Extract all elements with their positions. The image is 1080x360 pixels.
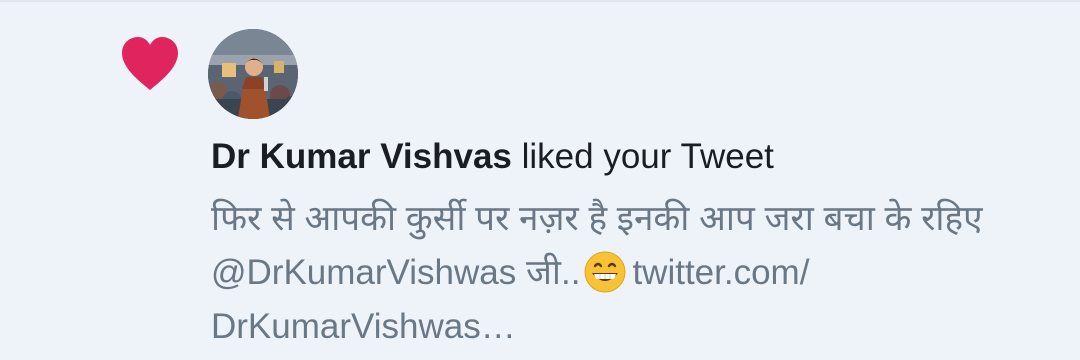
tweet-link[interactable]: twitter.com/ [632, 253, 809, 292]
avatar[interactable] [208, 29, 298, 119]
heart-icon [122, 37, 178, 90]
grinning-face-emoji [584, 251, 626, 293]
author-name[interactable]: Dr Kumar Vishvas [211, 137, 512, 176]
tweet-link-continued[interactable]: DrKumarVishwas… [211, 307, 516, 346]
profile-photo-avatar [208, 29, 298, 119]
tweet-text[interactable]: फिर से आपकी कुर्सी पर नज़र है इनकी आप जर… [211, 192, 1041, 354]
notification-headline: Dr Kumar Vishvas liked your Tweet [211, 136, 774, 178]
action-text: liked your Tweet [521, 137, 774, 176]
like-notification[interactable]: Dr Kumar Vishvas liked your Tweet फिर से… [0, 0, 1080, 360]
